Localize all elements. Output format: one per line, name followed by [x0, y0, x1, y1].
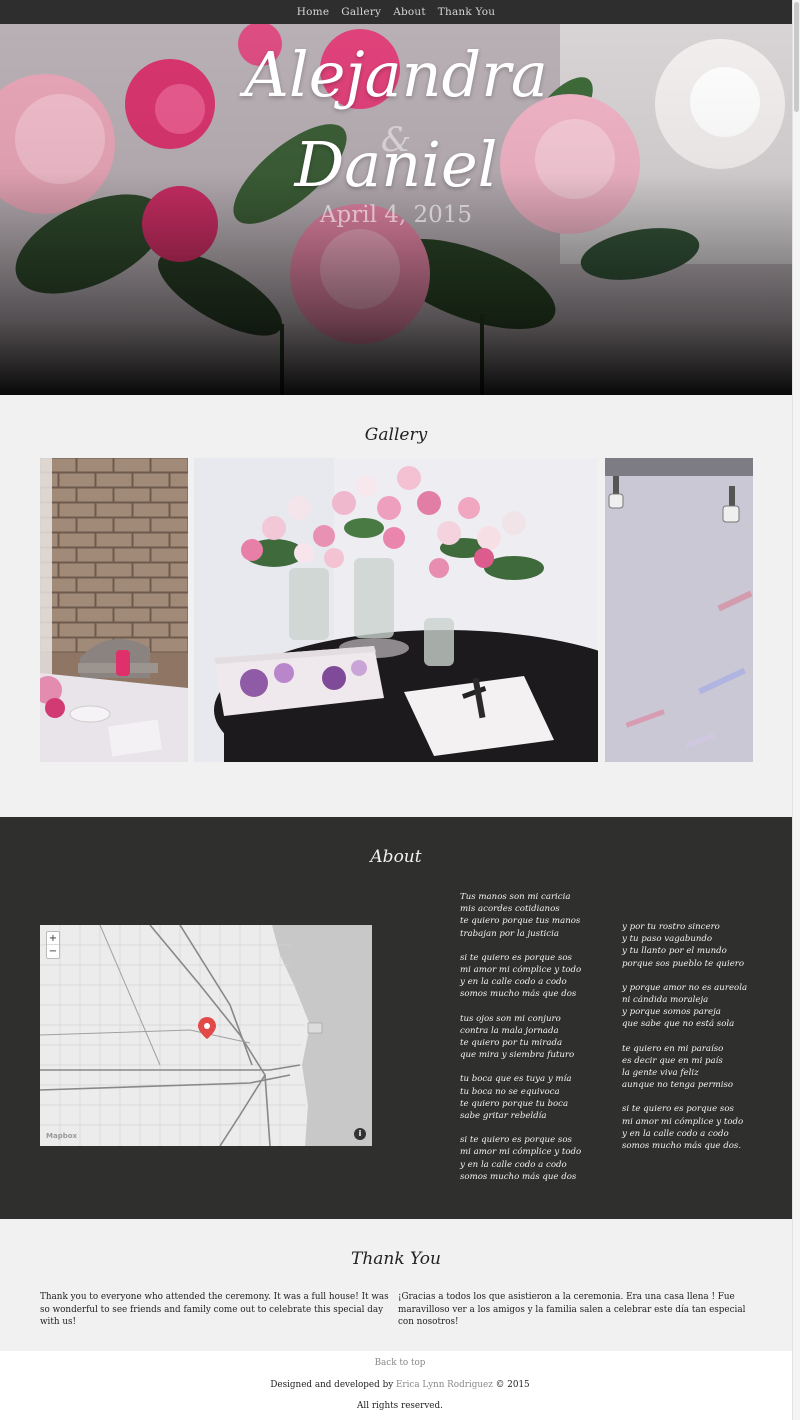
- map-zoom-controls: + −: [46, 931, 60, 959]
- nav-about-link[interactable]: About: [393, 6, 426, 18]
- poem-line: sabe gritar rebeldía: [460, 1111, 547, 1122]
- gallery-photo-lights[interactable]: [605, 458, 753, 762]
- poem-line: y por tu rostro sincero: [622, 922, 720, 932]
- poem-line: y tu llanto por el mundo: [622, 946, 727, 957]
- poem-line: si te quiero es porque sos: [460, 1135, 572, 1146]
- thank-you-section: Thank You Thank you to everyone who atte…: [0, 1219, 800, 1351]
- hero-name-bride: Alejandra: [244, 38, 548, 111]
- scrollbar-thumb[interactable]: [794, 2, 799, 112]
- poem-line: tus ojos son mi conjuro: [460, 1013, 561, 1024]
- gallery-title: Gallery: [364, 425, 428, 445]
- about-section: About + − Mapbox i Tus manos son mi cari…: [0, 817, 800, 1219]
- page-scrollbar[interactable]: [792, 0, 800, 1420]
- poem-line: y en la calle codo a codo: [622, 1128, 729, 1139]
- poem-stanza: si te quiero es porque sos mi amor mi cóm…: [460, 1134, 581, 1183]
- credit-author-link[interactable]: Erica Lynn Rodriguez: [396, 1380, 493, 1390]
- poem-stanza: y por tu rostro sincero y tu paso vagabun…: [622, 921, 747, 970]
- poem-column-right: y por tu rostro sincero y tu paso vagabun…: [622, 921, 747, 1164]
- footer-credit: Designed and developed by Erica Lynn Rod…: [0, 1380, 800, 1390]
- brick-wall-image: [40, 458, 188, 762]
- hero-date: April 4, 2015: [319, 202, 473, 228]
- poem-line: mis acordes cotidianos: [460, 904, 560, 915]
- poem-line: te quiero porque tu boca: [460, 1098, 569, 1109]
- gallery-photo-roses-guestbook[interactable]: [194, 458, 598, 762]
- nav-thank-you-link[interactable]: Thank You: [438, 6, 495, 18]
- poem-stanza: tu boca que es tuya y mía tu boca no se e…: [460, 1073, 581, 1122]
- poem-line: ni cándida moraleja: [622, 995, 709, 1006]
- map-zoom-in-button[interactable]: +: [47, 932, 59, 945]
- poem-line: que sabe que no está sola: [622, 1019, 735, 1030]
- poem-line: y en la calle codo a codo: [460, 1159, 567, 1170]
- poem-line: tu boca no se equivoca: [460, 1086, 560, 1097]
- hero-name-groom: Daniel: [294, 128, 498, 201]
- poem-line: somos mucho más que dos: [460, 1171, 577, 1182]
- poem-line: mi amor mi cómplice y todo: [460, 965, 582, 976]
- poem-column-left: Tus manos son mi caricia mis acordes coti…: [460, 891, 581, 1195]
- thank-you-spanish: ¡Gracias a todos los que asistieron a la…: [398, 1292, 746, 1327]
- poem-line: te quiero porque tus manos: [460, 916, 581, 927]
- poem-line: y tu paso vagabundo: [622, 934, 713, 945]
- thank-you-title: Thank You: [350, 1249, 441, 1269]
- roses-guestbook-image: [194, 458, 598, 762]
- footer-rights: All rights reserved.: [357, 1401, 443, 1411]
- poem-line: y porque somos pareja: [622, 1007, 721, 1018]
- poem-line: mi amor mi cómplice y todo: [622, 1116, 744, 1127]
- poem-line: la gente viva feliz: [622, 1068, 699, 1079]
- thank-you-english: Thank you to everyone who attended the c…: [40, 1292, 389, 1327]
- poem-line: Tus manos son mi caricia: [460, 892, 571, 902]
- poem-line: que mira y siembra futuro: [460, 1050, 575, 1061]
- poem-line: y en la calle codo a codo: [460, 977, 567, 988]
- gallery-section: Gallery: [0, 395, 800, 817]
- poem-line: te quiero por tu mirada: [460, 1038, 563, 1049]
- poem-line: aunque no tenga permiso: [622, 1080, 734, 1091]
- credit-suffix: © 2015: [492, 1380, 530, 1390]
- map-info-icon[interactable]: i: [354, 1128, 366, 1140]
- poem-line: te quiero en mi paraíso: [622, 1043, 724, 1054]
- map-attribution[interactable]: Mapbox: [46, 1132, 77, 1140]
- site-footer: Back to top Designed and developed by Er…: [0, 1351, 800, 1420]
- poem-line: y porque amor no es aureola: [622, 982, 748, 993]
- about-title: About: [370, 847, 422, 867]
- poem-line: trabajan por la justicia: [460, 928, 559, 939]
- back-to-top-link[interactable]: Back to top: [0, 1358, 800, 1368]
- poem-stanza: Tus manos son mi caricia mis acordes coti…: [460, 891, 581, 940]
- poem-stanza: y porque amor no es aureola ni cándida mo…: [622, 982, 747, 1031]
- poem-line: contra la mala jornada: [460, 1025, 559, 1036]
- poem-line: si te quiero es porque sos: [622, 1104, 734, 1115]
- poem-stanza: si te quiero es porque sos mi amor mi cóm…: [622, 1103, 747, 1152]
- poem-stanza: tus ojos son mi conjuro contra la mala jo…: [460, 1013, 581, 1062]
- poem-line: mi amor mi cómplice y todo: [460, 1147, 582, 1158]
- gallery-photo-brick-wall[interactable]: [40, 458, 188, 762]
- gallery-lights-image: [605, 458, 753, 762]
- poem-stanza: si te quiero es porque sos mi amor mi cóm…: [460, 952, 581, 1001]
- nav-home-link[interactable]: Home: [297, 6, 329, 18]
- map-zoom-out-button[interactable]: −: [47, 945, 59, 958]
- poem-line: si te quiero es porque sos: [460, 952, 572, 963]
- poem-line: somos mucho más que dos: [460, 989, 577, 1000]
- poem-line: porque sos pueblo te quiero: [622, 958, 745, 969]
- credit-prefix: Designed and developed by: [270, 1380, 396, 1390]
- hero-banner: Alejandra & Daniel April 4, 2015: [0, 24, 792, 395]
- map-tiles: [40, 925, 372, 1146]
- poem-stanza: te quiero en mi paraíso es decir que en m…: [622, 1043, 747, 1092]
- poem-line: es decir que en mi país: [622, 1055, 723, 1066]
- poem-line: somos mucho más que dos.: [622, 1141, 742, 1152]
- location-map[interactable]: + − Mapbox i: [40, 925, 372, 1146]
- nav-gallery-link[interactable]: Gallery: [341, 6, 381, 18]
- top-nav: Home Gallery About Thank You: [0, 0, 792, 24]
- poem-line: tu boca que es tuya y mía: [460, 1074, 572, 1085]
